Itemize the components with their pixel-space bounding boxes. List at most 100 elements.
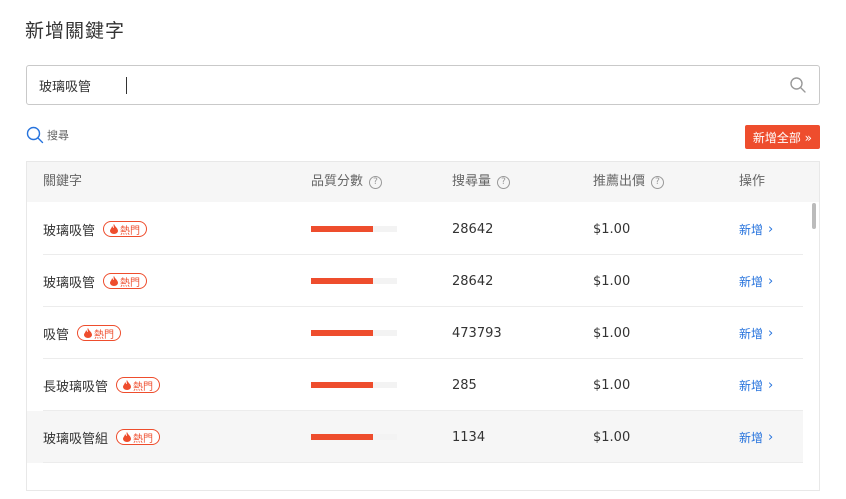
action-cell: 新增 › xyxy=(739,307,773,359)
flame-icon xyxy=(123,380,132,390)
hot-badge: 熱門 xyxy=(116,377,161,393)
flame-icon xyxy=(84,328,93,338)
quality-bar-fill xyxy=(311,226,373,232)
bid-text: $1.00 xyxy=(593,325,631,341)
bid-text: $1.00 xyxy=(593,377,631,393)
hot-badge: 熱門 xyxy=(103,273,148,289)
add-keyword-link[interactable]: 新增 › xyxy=(739,377,773,394)
hot-label: 熱門 xyxy=(120,277,141,289)
flame-icon xyxy=(110,224,119,234)
quality-bar xyxy=(311,382,397,388)
quality-bar-fill xyxy=(311,382,373,388)
table-row: 長玻璃吸管 熱門 285 $1.00 新增 › xyxy=(27,359,803,411)
chevron-right-icon: › xyxy=(768,325,774,341)
keyword-text: 長玻璃吸管 xyxy=(43,379,109,395)
header-volume: 搜尋量 ? xyxy=(452,162,511,202)
quality-cell xyxy=(311,411,397,463)
bid-cell: $1.00 xyxy=(593,203,630,255)
keyword-cell: 玻璃吸管 熱門 xyxy=(43,255,148,307)
header-quality-label: 品質分數 xyxy=(311,174,364,189)
add-keyword-link[interactable]: 新增 › xyxy=(739,429,773,446)
quality-bar xyxy=(311,330,397,336)
keyword-cell: 吸管 熱門 xyxy=(43,307,122,359)
add-all-button[interactable]: 新增全部 » xyxy=(744,125,820,149)
add-keyword-label: 新增 xyxy=(739,430,764,445)
add-keyword-label: 新增 xyxy=(739,378,764,393)
page-title: 新增關鍵字 xyxy=(25,20,126,42)
keyword-cell: 玻璃吸管組 熱門 xyxy=(43,411,161,463)
quality-bar xyxy=(311,434,397,440)
add-keyword-label: 新增 xyxy=(739,274,764,289)
keyword-search-input[interactable] xyxy=(39,66,779,104)
table-row: 玻璃吸管組 熱門 1134 $1.00 新增 › xyxy=(27,411,803,463)
header-keyword: 關鍵字 xyxy=(43,162,82,202)
hot-label: 熱門 xyxy=(133,433,154,445)
table-row: 吸管 熱門 473793 $1.00 新增 › xyxy=(27,307,803,359)
bid-cell: $1.00 xyxy=(593,307,630,359)
bid-text: $1.00 xyxy=(593,273,631,289)
bid-cell: $1.00 xyxy=(593,255,630,307)
quality-cell xyxy=(311,255,397,307)
add-keyword-label: 新增 xyxy=(739,222,764,237)
hot-label: 熱門 xyxy=(94,329,115,341)
help-icon[interactable]: ? xyxy=(369,175,383,189)
keyword-cell: 長玻璃吸管 熱門 xyxy=(43,359,161,411)
volume-text: 28642 xyxy=(452,221,494,237)
flame-icon xyxy=(123,432,132,442)
quality-cell xyxy=(311,307,397,359)
volume-cell: 28642 xyxy=(452,203,493,255)
volume-text: 473793 xyxy=(452,325,502,341)
header-action-label: 操作 xyxy=(739,174,766,189)
quality-bar xyxy=(311,226,397,232)
hot-badge: 熱門 xyxy=(116,429,161,445)
volume-cell: 285 xyxy=(452,359,477,411)
add-keyword-label: 新增 xyxy=(739,326,764,341)
quality-bar-fill xyxy=(311,278,373,284)
chevron-right-icon: › xyxy=(768,221,774,237)
volume-text: 28642 xyxy=(452,273,494,289)
help-icon[interactable]: ? xyxy=(651,175,665,189)
keyword-table: 關鍵字 品質分數 ? 搜尋量 ? 推薦出價 ? 操作 玻璃吸管 熱門 28642 $1… xyxy=(26,161,820,491)
quality-cell xyxy=(311,203,397,255)
volume-text: 1134 xyxy=(452,429,486,445)
header-bid: 推薦出價 ? xyxy=(593,162,665,202)
chevron-right-icon: › xyxy=(768,429,774,445)
action-cell: 新增 › xyxy=(739,203,773,255)
header-quality: 品質分數 ? xyxy=(311,162,383,202)
bid-cell: $1.00 xyxy=(593,359,630,411)
table-row: 玻璃吸管 熱門 28642 $1.00 新增 › xyxy=(27,203,803,255)
add-keyword-link[interactable]: 新增 › xyxy=(739,273,773,290)
text-cursor xyxy=(126,77,127,94)
keyword-text: 玻璃吸管 xyxy=(43,223,96,239)
keyword-text: 玻璃吸管組 xyxy=(43,431,109,447)
action-cell: 新增 › xyxy=(739,359,773,411)
table-row: 玻璃吸管 熱門 28642 $1.00 新增 › xyxy=(27,255,803,307)
keyword-text: 玻璃吸管 xyxy=(43,275,96,291)
quality-bar-fill xyxy=(311,434,373,440)
search-icon xyxy=(26,126,44,144)
bid-cell: $1.00 xyxy=(593,411,630,463)
table-header: 關鍵字 品質分數 ? 搜尋量 ? 推薦出價 ? 操作 xyxy=(27,162,819,202)
row-divider xyxy=(43,462,803,463)
action-cell: 新增 › xyxy=(739,255,773,307)
add-keyword-link[interactable]: 新增 › xyxy=(739,221,773,238)
chevron-right-icon: › xyxy=(768,273,774,289)
chevron-right-icon: › xyxy=(768,377,774,393)
quality-bar-fill xyxy=(311,330,373,336)
search-icon[interactable] xyxy=(789,76,807,94)
bid-text: $1.00 xyxy=(593,221,631,237)
volume-text: 285 xyxy=(452,377,477,393)
volume-cell: 1134 xyxy=(452,411,485,463)
help-icon[interactable]: ? xyxy=(497,175,511,189)
keyword-text: 吸管 xyxy=(43,327,70,343)
search-link[interactable]: 搜尋 xyxy=(26,126,69,144)
table-scrollbar[interactable] xyxy=(812,203,816,229)
keyword-cell: 玻璃吸管 熱門 xyxy=(43,203,148,255)
volume-cell: 28642 xyxy=(452,255,493,307)
quality-cell xyxy=(311,359,397,411)
keyword-search-box[interactable] xyxy=(26,65,820,105)
header-bid-label: 推薦出價 xyxy=(593,174,646,189)
add-keyword-link[interactable]: 新增 › xyxy=(739,325,773,342)
flame-icon xyxy=(110,276,119,286)
header-action: 操作 xyxy=(739,162,765,202)
